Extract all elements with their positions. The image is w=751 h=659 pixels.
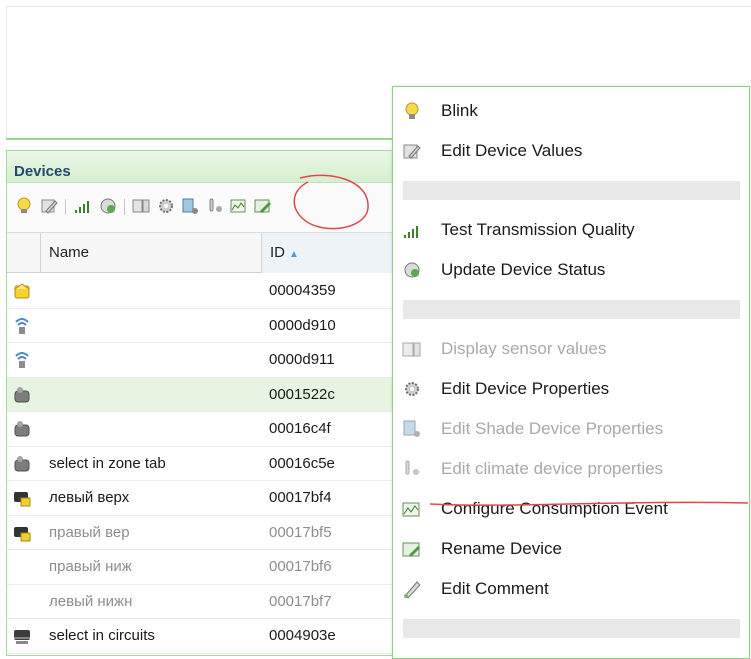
device-id: 00016c4f: [269, 420, 331, 437]
column-divider: [40, 233, 41, 273]
menu-item-unlock-device: Unlock Device: [393, 648, 749, 659]
device-id: 0004903e: [269, 627, 336, 644]
device-list: 00004359 0000d910 0000d911 0001522c 00016c4f…: [7, 274, 405, 654]
table-row[interactable]: 0000d911: [7, 343, 405, 378]
edit-values-icon: [403, 144, 421, 159]
devices-panel: Devices Name ID ▲ 00004359 0000d910 0000…: [6, 150, 406, 656]
table-row[interactable]: 0000d910: [7, 309, 405, 343]
circuit-icon: [14, 630, 30, 644]
menu-item-label: Display sensor values: [441, 339, 607, 358]
toolbar-separator: [124, 199, 125, 215]
properties-icon: [405, 382, 419, 396]
menu-item-edit-climate-device-properties: Edit climate device properties: [393, 449, 749, 489]
climate-properties-icon: [405, 460, 419, 475]
device-id: 00004359: [269, 282, 336, 299]
menu-separator: [403, 619, 740, 638]
update-status-icon: [404, 262, 420, 278]
devices-toolbar: [7, 183, 405, 233]
table-row[interactable]: левый верх 00017bf4: [7, 481, 405, 516]
menu-item-edit-device-values[interactable]: Edit Device Values: [393, 131, 749, 171]
update-status-icon[interactable]: [99, 197, 117, 215]
menu-item-edit-device-properties[interactable]: Edit Device Properties: [393, 369, 749, 409]
sensor-values-icon[interactable]: [132, 197, 150, 215]
climate-properties-icon[interactable]: [206, 197, 224, 215]
column-id-header[interactable]: ID ▲: [261, 233, 405, 273]
menu-item-label: Unlock Device: [441, 648, 550, 659]
menu-item-label: Blink: [441, 101, 478, 120]
device-id: 00017bf6: [269, 558, 332, 575]
table-row[interactable]: левый нижн 00017bf7: [7, 585, 405, 619]
device-id: 0000d910: [269, 316, 336, 334]
sensor-values-icon: [402, 342, 421, 357]
panel-title: Devices: [7, 151, 405, 183]
device-id: 00017bf7: [269, 592, 332, 610]
bulb-icon: [405, 102, 419, 119]
sort-ascending-icon: ▲: [289, 249, 299, 260]
table-row[interactable]: правый вер 00017bf5: [7, 516, 405, 550]
column-id-label: ID: [270, 244, 285, 261]
menu-separator: [403, 181, 740, 200]
table-row[interactable]: select in zone tab 00016c5e: [7, 447, 405, 481]
shade-properties-icon: [403, 420, 420, 437]
menu-item-edit-comment[interactable]: Edit Comment: [393, 569, 749, 609]
table-row[interactable]: select in circuits 0004903e: [7, 619, 405, 654]
blink-icon[interactable]: [15, 197, 33, 215]
grey-sensor-icon: [14, 421, 30, 437]
properties-icon[interactable]: [157, 197, 175, 215]
antenna-icon: [15, 352, 29, 368]
menu-item-configure-consumption-event[interactable]: Configure Consumption Event: [393, 489, 749, 529]
menu-item-label: Edit climate device properties: [441, 459, 664, 478]
device-name: правый вер: [49, 523, 130, 541]
table-row[interactable]: правый ниж 00017bf6: [7, 550, 405, 585]
menu-item-test-transmission-quality[interactable]: Test Transmission Quality: [393, 210, 749, 250]
menu-item-rename-device[interactable]: Rename Device: [393, 529, 749, 569]
device-id: 00017bf5: [269, 523, 332, 541]
grey-sensor-icon: [14, 455, 30, 471]
table-row[interactable]: 00016c4f: [7, 412, 405, 447]
table-row[interactable]: 00004359: [7, 274, 405, 309]
menu-item-label: Rename Device: [441, 539, 562, 558]
shade-properties-icon[interactable]: [181, 197, 199, 215]
rename-icon[interactable]: [254, 197, 272, 215]
menu-item-label: Edit Device Properties: [441, 379, 610, 398]
menu-item-update-device-status[interactable]: Update Device Status: [393, 250, 749, 290]
signal-icon[interactable]: [73, 197, 91, 215]
menu-item-display-sensor-values: Display sensor values: [393, 329, 749, 369]
rename-icon: [402, 542, 420, 557]
device-name: select in circuits: [49, 627, 155, 644]
grey-sensor-icon: [14, 386, 30, 402]
column-name-header[interactable]: Name: [49, 233, 89, 273]
consumption-event-icon: [402, 502, 420, 517]
menu-item-label: Edit Shade Device Properties: [441, 419, 664, 438]
table-row[interactable]: 0001522c: [7, 377, 405, 412]
consumption-event-icon[interactable]: [230, 197, 248, 215]
grid-header: Name ID ▲: [7, 233, 405, 273]
yellow-cube-icon: [14, 283, 30, 299]
device-id: 00016c5e: [269, 454, 335, 472]
menu-item-label: Update Device Status: [441, 260, 606, 279]
toolbar-separator: [65, 199, 66, 215]
yellow-switch-icon: [14, 526, 31, 541]
top-area-border: [6, 138, 406, 140]
device-name: левый верх: [49, 489, 130, 506]
menu-item-label: Edit Device Values: [441, 141, 583, 160]
menu-item-label: Configure Consumption Event: [441, 499, 668, 518]
menu-separator: [403, 300, 740, 319]
menu-item-label: Test Transmission Quality: [441, 220, 635, 239]
antenna-icon: [15, 317, 29, 334]
device-id: 0000d911: [269, 351, 335, 368]
menu-item-blink[interactable]: Blink: [393, 91, 749, 131]
menu-item-label: Edit Comment: [441, 579, 549, 598]
yellow-switch-icon: [14, 492, 31, 507]
comment-icon: [404, 581, 421, 599]
menu-item-edit-shade-device-properties: Edit Shade Device Properties: [393, 409, 749, 449]
device-id: 0001522c: [269, 385, 335, 403]
signal-icon: [404, 226, 418, 238]
edit-values-icon[interactable]: [40, 197, 58, 215]
device-name: левый нижн: [49, 592, 133, 610]
device-name: select in zone tab: [49, 454, 166, 472]
device-context-menu: Blink Edit Device Values Test Transmission…: [392, 86, 750, 659]
device-name: правый ниж: [49, 558, 132, 575]
device-id: 00017bf4: [269, 489, 332, 506]
